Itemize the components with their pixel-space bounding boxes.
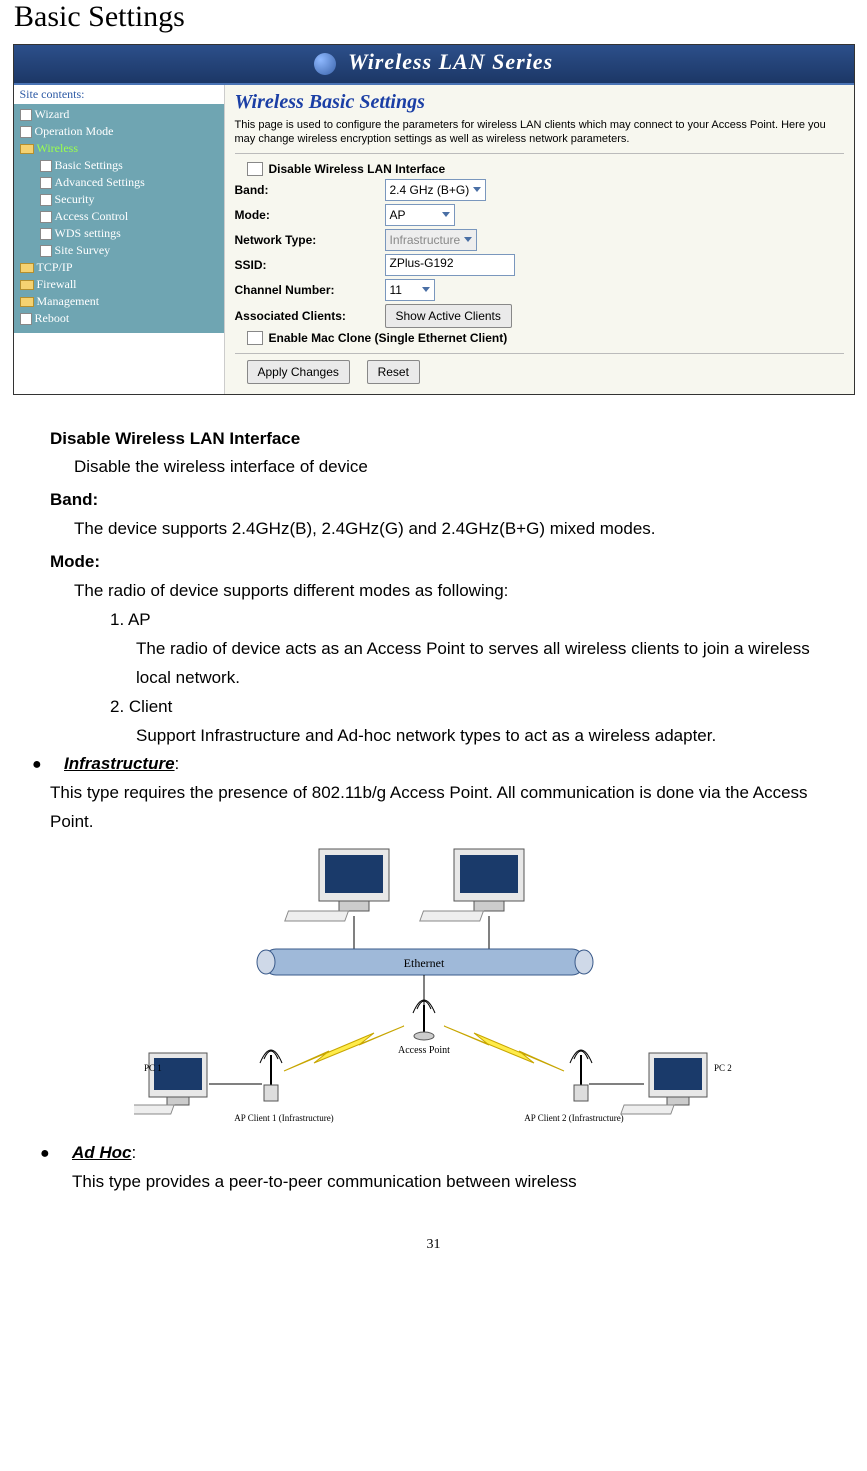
bullet-icon: ●	[40, 1140, 56, 1167]
disable-wireless-label: Disable Wireless LAN Interface	[269, 162, 446, 176]
mode-ap-num: 1. AP	[50, 606, 817, 635]
show-active-clients-button[interactable]: Show Active Clients	[385, 304, 512, 328]
infrastructure-text: This type requires the presence of 802.1…	[50, 779, 817, 837]
page-icon	[20, 313, 32, 325]
page-title: Basic Settings	[10, 0, 857, 34]
network-type-select: Infrastructure	[385, 229, 478, 251]
sidebar-title: Site contents:	[14, 85, 224, 104]
tree-site-survey[interactable]: Site Survey	[18, 242, 224, 259]
ethernet-label: Ethernet	[403, 956, 444, 970]
page-icon	[40, 228, 52, 240]
adhoc-text: This type provides a peer-to-peer commun…	[40, 1168, 847, 1197]
tree-security[interactable]: Security	[18, 191, 224, 208]
mode-client-text: Support Infrastructure and Ad-hoc networ…	[50, 722, 817, 751]
window-banner: Wireless LAN Series	[14, 45, 854, 85]
ssid-label: SSID:	[235, 258, 385, 272]
mac-clone-checkbox[interactable]	[247, 331, 263, 345]
folder-icon	[20, 144, 34, 154]
chevron-down-icon	[422, 287, 430, 292]
page-icon	[20, 126, 32, 138]
page-number: 31	[10, 1237, 857, 1263]
sidebar: Site contents: Wizard Operation Mode Wir…	[14, 85, 225, 394]
disable-wireless-row: Disable Wireless LAN Interface	[235, 162, 844, 176]
tree-wireless[interactable]: Wireless	[18, 140, 224, 157]
mode-text: The radio of device supports different m…	[50, 577, 817, 606]
main-panel: Wireless Basic Settings This page is use…	[225, 85, 854, 394]
document-body: Disable Wireless LAN Interface Disable t…	[50, 425, 817, 837]
embedded-screenshot: Wireless LAN Series Site contents: Wizar…	[13, 44, 855, 395]
infrastructure-heading: Infrastructure:	[64, 750, 179, 779]
chevron-down-icon	[442, 212, 450, 217]
channel-label: Channel Number:	[235, 283, 385, 297]
tree-firewall[interactable]: Firewall	[18, 276, 224, 293]
adhoc-heading: Ad Hoc:	[72, 1139, 136, 1168]
mode-heading: Mode:	[50, 548, 817, 577]
reset-button[interactable]: Reset	[367, 360, 420, 384]
ssid-input[interactable]: ZPlus-G192	[385, 254, 515, 276]
apc2-label: AP Client 2 (Infrastructure)	[524, 1113, 623, 1123]
nav-tree: Wizard Operation Mode Wireless Basic Set…	[14, 104, 224, 333]
tree-operation-mode[interactable]: Operation Mode	[18, 123, 224, 140]
chevron-down-icon	[473, 187, 481, 192]
tree-advanced-settings[interactable]: Advanced Settings	[18, 174, 224, 191]
pc2-label: PC 2	[714, 1063, 732, 1073]
disable-heading: Disable Wireless LAN Interface	[50, 425, 817, 454]
mode-label: Mode:	[235, 208, 385, 222]
tree-wds[interactable]: WDS settings	[18, 225, 224, 242]
mode-ap-text: The radio of device acts as an Access Po…	[50, 635, 817, 693]
main-heading: Wireless Basic Settings	[235, 91, 844, 114]
tree-basic-settings[interactable]: Basic Settings	[18, 157, 224, 174]
page-icon	[40, 245, 52, 257]
pc1-label: PC 1	[144, 1063, 162, 1073]
folder-icon	[20, 280, 34, 290]
ap-label: Access Point	[398, 1045, 450, 1056]
apc1-label: AP Client 1 (Infrastructure)	[234, 1113, 333, 1123]
band-label: Band:	[235, 183, 385, 197]
page-icon	[40, 211, 52, 223]
folder-icon	[20, 263, 34, 273]
channel-select[interactable]: 11	[385, 279, 435, 301]
mac-clone-label: Enable Mac Clone (Single Ethernet Client…	[269, 331, 508, 345]
page-icon	[20, 109, 32, 121]
page-icon	[40, 177, 52, 189]
tree-reboot[interactable]: Reboot	[18, 310, 224, 327]
infrastructure-diagram: Ethernet Access Point AP Client 1 (Inf	[134, 841, 734, 1131]
band-heading: Band:	[50, 486, 817, 515]
tree-tcpip[interactable]: TCP/IP	[18, 259, 224, 276]
page-icon	[40, 194, 52, 206]
logo-icon	[314, 53, 336, 75]
banner-text: Wireless LAN Series	[348, 49, 553, 74]
assoc-clients-label: Associated Clients:	[235, 309, 385, 323]
tree-wizard[interactable]: Wizard	[18, 106, 224, 123]
chevron-down-icon	[464, 237, 472, 242]
mode-select[interactable]: AP	[385, 204, 455, 226]
page-icon	[40, 160, 52, 172]
mode-client-num: 2. Client	[50, 693, 817, 722]
apply-button[interactable]: Apply Changes	[247, 360, 350, 384]
disable-text: Disable the wireless interface of device	[50, 453, 817, 482]
tree-management[interactable]: Management	[18, 293, 224, 310]
bullet-icon: ●	[32, 751, 48, 778]
buttons-row: Apply Changes Reset	[235, 353, 844, 384]
main-description: This page is used to configure the param…	[235, 118, 844, 154]
network-type-label: Network Type:	[235, 233, 385, 247]
tree-access-control[interactable]: Access Control	[18, 208, 224, 225]
disable-wireless-checkbox[interactable]	[247, 162, 263, 176]
band-text: The device supports 2.4GHz(B), 2.4GHz(G)…	[50, 515, 817, 544]
folder-icon	[20, 297, 34, 307]
mac-clone-row: Enable Mac Clone (Single Ethernet Client…	[235, 331, 844, 345]
band-select[interactable]: 2.4 GHz (B+G)	[385, 179, 487, 201]
